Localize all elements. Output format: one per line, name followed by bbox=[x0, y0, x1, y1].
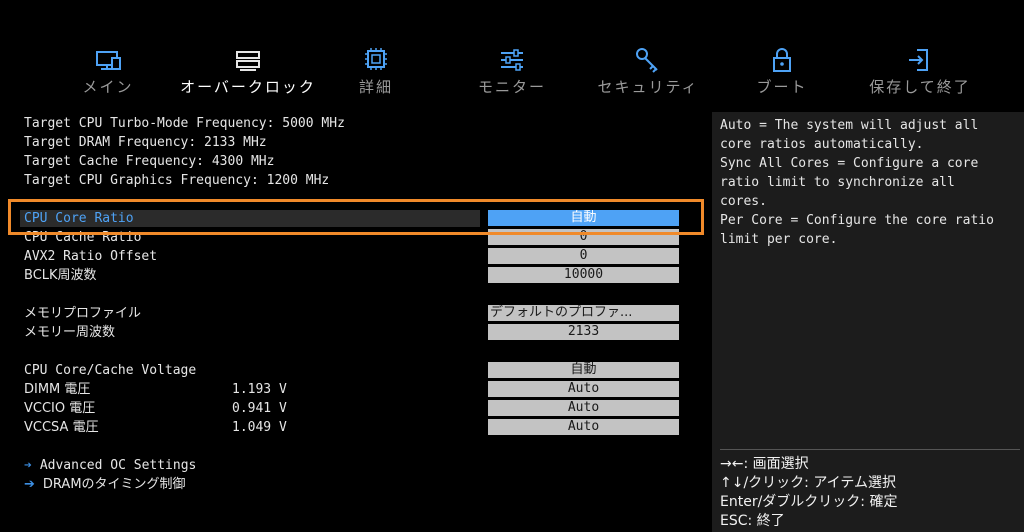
top-nav: メイン オーバークロック 詳細 モニター セキュリティ ブート 保存して終了 bbox=[0, 40, 1024, 102]
tab-advanced[interactable]: 詳細 bbox=[306, 40, 446, 97]
highlight-box bbox=[8, 199, 704, 235]
tab-main[interactable]: メイン bbox=[38, 40, 178, 97]
tab-boot[interactable]: ブート bbox=[712, 40, 852, 97]
reading-vccsa-voltage: 1.049 V bbox=[232, 420, 287, 435]
help-panel: Auto = The system will adjust all core r… bbox=[712, 112, 1024, 532]
setting-label-vccsa-voltage[interactable]: VCCSA 電圧 bbox=[24, 418, 99, 437]
tab-overclock[interactable]: オーバークロック bbox=[178, 40, 318, 97]
link-advanced-oc-settings[interactable]: ➔ Advanced OC Settings bbox=[24, 456, 196, 475]
value-core-cache-voltage[interactable]: 自動 bbox=[488, 362, 679, 378]
link-label: DRAMのタイミング制御 bbox=[42, 477, 186, 492]
tab-label: セキュリティ bbox=[597, 78, 699, 96]
tab-save-exit[interactable]: 保存して終了 bbox=[850, 40, 990, 97]
reading-dimm-voltage: 1.193 V bbox=[232, 382, 287, 397]
value-bclk[interactable]: 10000 bbox=[488, 267, 679, 283]
tab-label: 保存して終了 bbox=[869, 78, 971, 96]
tab-label: モニター bbox=[477, 78, 546, 96]
target-gfx-freq: Target CPU Graphics Frequency: 1200 MHz bbox=[24, 173, 330, 188]
tab-label: ブート bbox=[756, 78, 808, 96]
help-divider bbox=[720, 449, 1020, 450]
help-text: Auto = The system will adjust all core r… bbox=[720, 118, 994, 247]
link-dram-timing[interactable]: ➔ DRAMのタイミング制御 bbox=[24, 475, 186, 494]
value-dimm-voltage[interactable]: Auto bbox=[488, 381, 679, 397]
overclock-icon bbox=[236, 51, 260, 71]
value-memory-freq[interactable]: 2133 bbox=[488, 324, 679, 340]
target-cache-freq: Target Cache Frequency: 4300 MHz bbox=[24, 154, 275, 169]
tab-label: 詳細 bbox=[358, 78, 393, 96]
arrow-right-icon: ➔ bbox=[24, 458, 32, 473]
tab-monitor[interactable]: モニター bbox=[442, 40, 582, 97]
link-label: Advanced OC Settings bbox=[39, 458, 197, 473]
tab-label: オーバークロック bbox=[180, 78, 316, 96]
arrow-right-icon: ➔ bbox=[24, 477, 35, 492]
key-hint-item: ↑↓/クリック: アイテム選択 bbox=[720, 475, 896, 491]
setting-label-dimm-voltage[interactable]: DIMM 電圧 bbox=[24, 380, 90, 399]
key-hint-esc: ESC: 終了 bbox=[720, 513, 785, 529]
key-hint-screen: →←: 画面選択 bbox=[720, 456, 809, 472]
setting-label-bclk[interactable]: BCLK周波数 bbox=[24, 266, 97, 285]
key-hint-enter: Enter/ダブルクリック: 確定 bbox=[720, 494, 898, 510]
exit-icon bbox=[909, 49, 928, 71]
setting-label-vccio-voltage[interactable]: VCCIO 電圧 bbox=[24, 399, 95, 418]
monitor-icon bbox=[96, 51, 121, 70]
setting-label-memory-freq[interactable]: メモリー周波数 bbox=[24, 323, 115, 342]
tab-label: メイン bbox=[82, 78, 134, 96]
value-vccio-voltage[interactable]: Auto bbox=[488, 400, 679, 416]
setting-label-avx2-offset[interactable]: AVX2 Ratio Offset bbox=[24, 247, 157, 266]
chip-icon bbox=[365, 48, 387, 70]
tab-security[interactable]: セキュリティ bbox=[578, 40, 718, 97]
target-cpu-turbo: Target CPU Turbo-Mode Frequency: 5000 MH… bbox=[24, 116, 345, 131]
key-icon bbox=[636, 48, 658, 73]
value-avx2-offset[interactable]: 0 bbox=[488, 248, 679, 264]
reading-vccio-voltage: 0.941 V bbox=[232, 401, 287, 416]
value-memory-profile[interactable]: デフォルトのプロファ... bbox=[488, 305, 679, 321]
value-vccsa-voltage[interactable]: Auto bbox=[488, 419, 679, 435]
sliders-icon bbox=[501, 49, 523, 71]
target-dram-freq: Target DRAM Frequency: 2133 MHz bbox=[24, 135, 267, 150]
lock-icon bbox=[773, 48, 791, 72]
setting-label-memory-profile[interactable]: メモリプロファイル bbox=[24, 304, 141, 323]
setting-label-core-cache-voltage[interactable]: CPU Core/Cache Voltage bbox=[24, 361, 196, 380]
